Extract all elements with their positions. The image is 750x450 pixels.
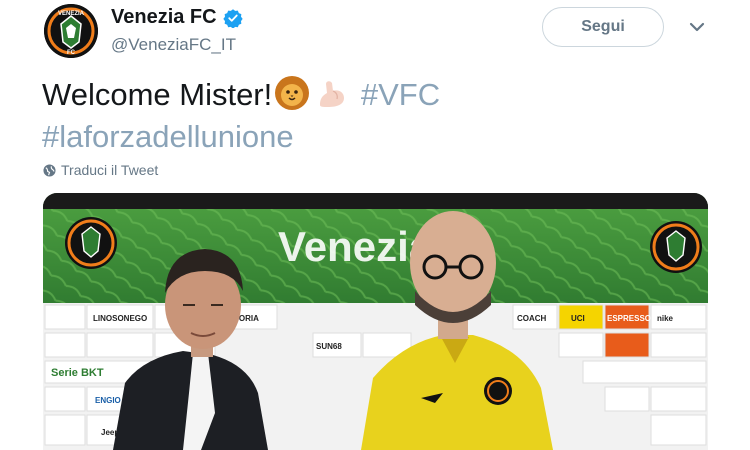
author-name-row[interactable]: Venezia FC (111, 6, 243, 29)
verified-badge-icon (222, 8, 243, 28)
account-handle[interactable]: @VeneziaFC_IT (111, 35, 236, 55)
avatar-sub: FC (67, 50, 76, 56)
hashtag-laforzadellunione[interactable]: #laforzadellunione (42, 119, 294, 154)
sponsor-label-10: nike (657, 314, 674, 323)
sponsor-label-3: SUN68 (316, 342, 342, 351)
lion-face-icon (275, 76, 310, 110)
right-crest-icon (650, 221, 702, 273)
sponsor-label-7: Serie BKT (51, 367, 104, 379)
globe-icon (43, 163, 56, 177)
press-photo-image: Venezia LINOSONEGO ASTORIA SUN68 COACH U… (43, 193, 708, 450)
tweet-text-main: Welcome Mister! (42, 77, 273, 112)
tweet-text: Welcome Mister! #VFC #laforzadellunione (42, 74, 682, 158)
sponsor-label-5: UCI (571, 314, 585, 323)
translate-tweet-link[interactable]: Traduci il Tweet (43, 162, 158, 178)
sponsor-label-1: LINOSONEGO (93, 314, 147, 323)
translate-label[interactable]: Traduci il Tweet (61, 162, 158, 178)
display-name[interactable]: Venezia FC (111, 6, 217, 29)
sponsor-label-4: COACH (517, 314, 547, 323)
left-crest-icon (65, 217, 117, 269)
avatar-text: VENEZIA (58, 11, 85, 17)
tweet-card: VENEZIA FC Venezia FC @VeneziaFC_IT Segu… (0, 0, 750, 450)
tweet-photo[interactable]: Venezia LINOSONEGO ASTORIA SUN68 COACH U… (43, 193, 708, 450)
sponsor-label-6: ESPRESSO (607, 314, 651, 323)
sponsor-label-8: ENGIO (95, 396, 121, 405)
flexed-biceps-icon (320, 81, 345, 107)
follow-button[interactable]: Segui (542, 7, 664, 47)
venezia-crest-icon: VENEZIA FC (44, 4, 98, 58)
hashtag-vfc[interactable]: #VFC (361, 77, 440, 112)
avatar[interactable]: VENEZIA FC (44, 4, 98, 58)
backdrop-word: Venezia (278, 223, 433, 270)
chevron-down-icon[interactable] (688, 20, 706, 34)
